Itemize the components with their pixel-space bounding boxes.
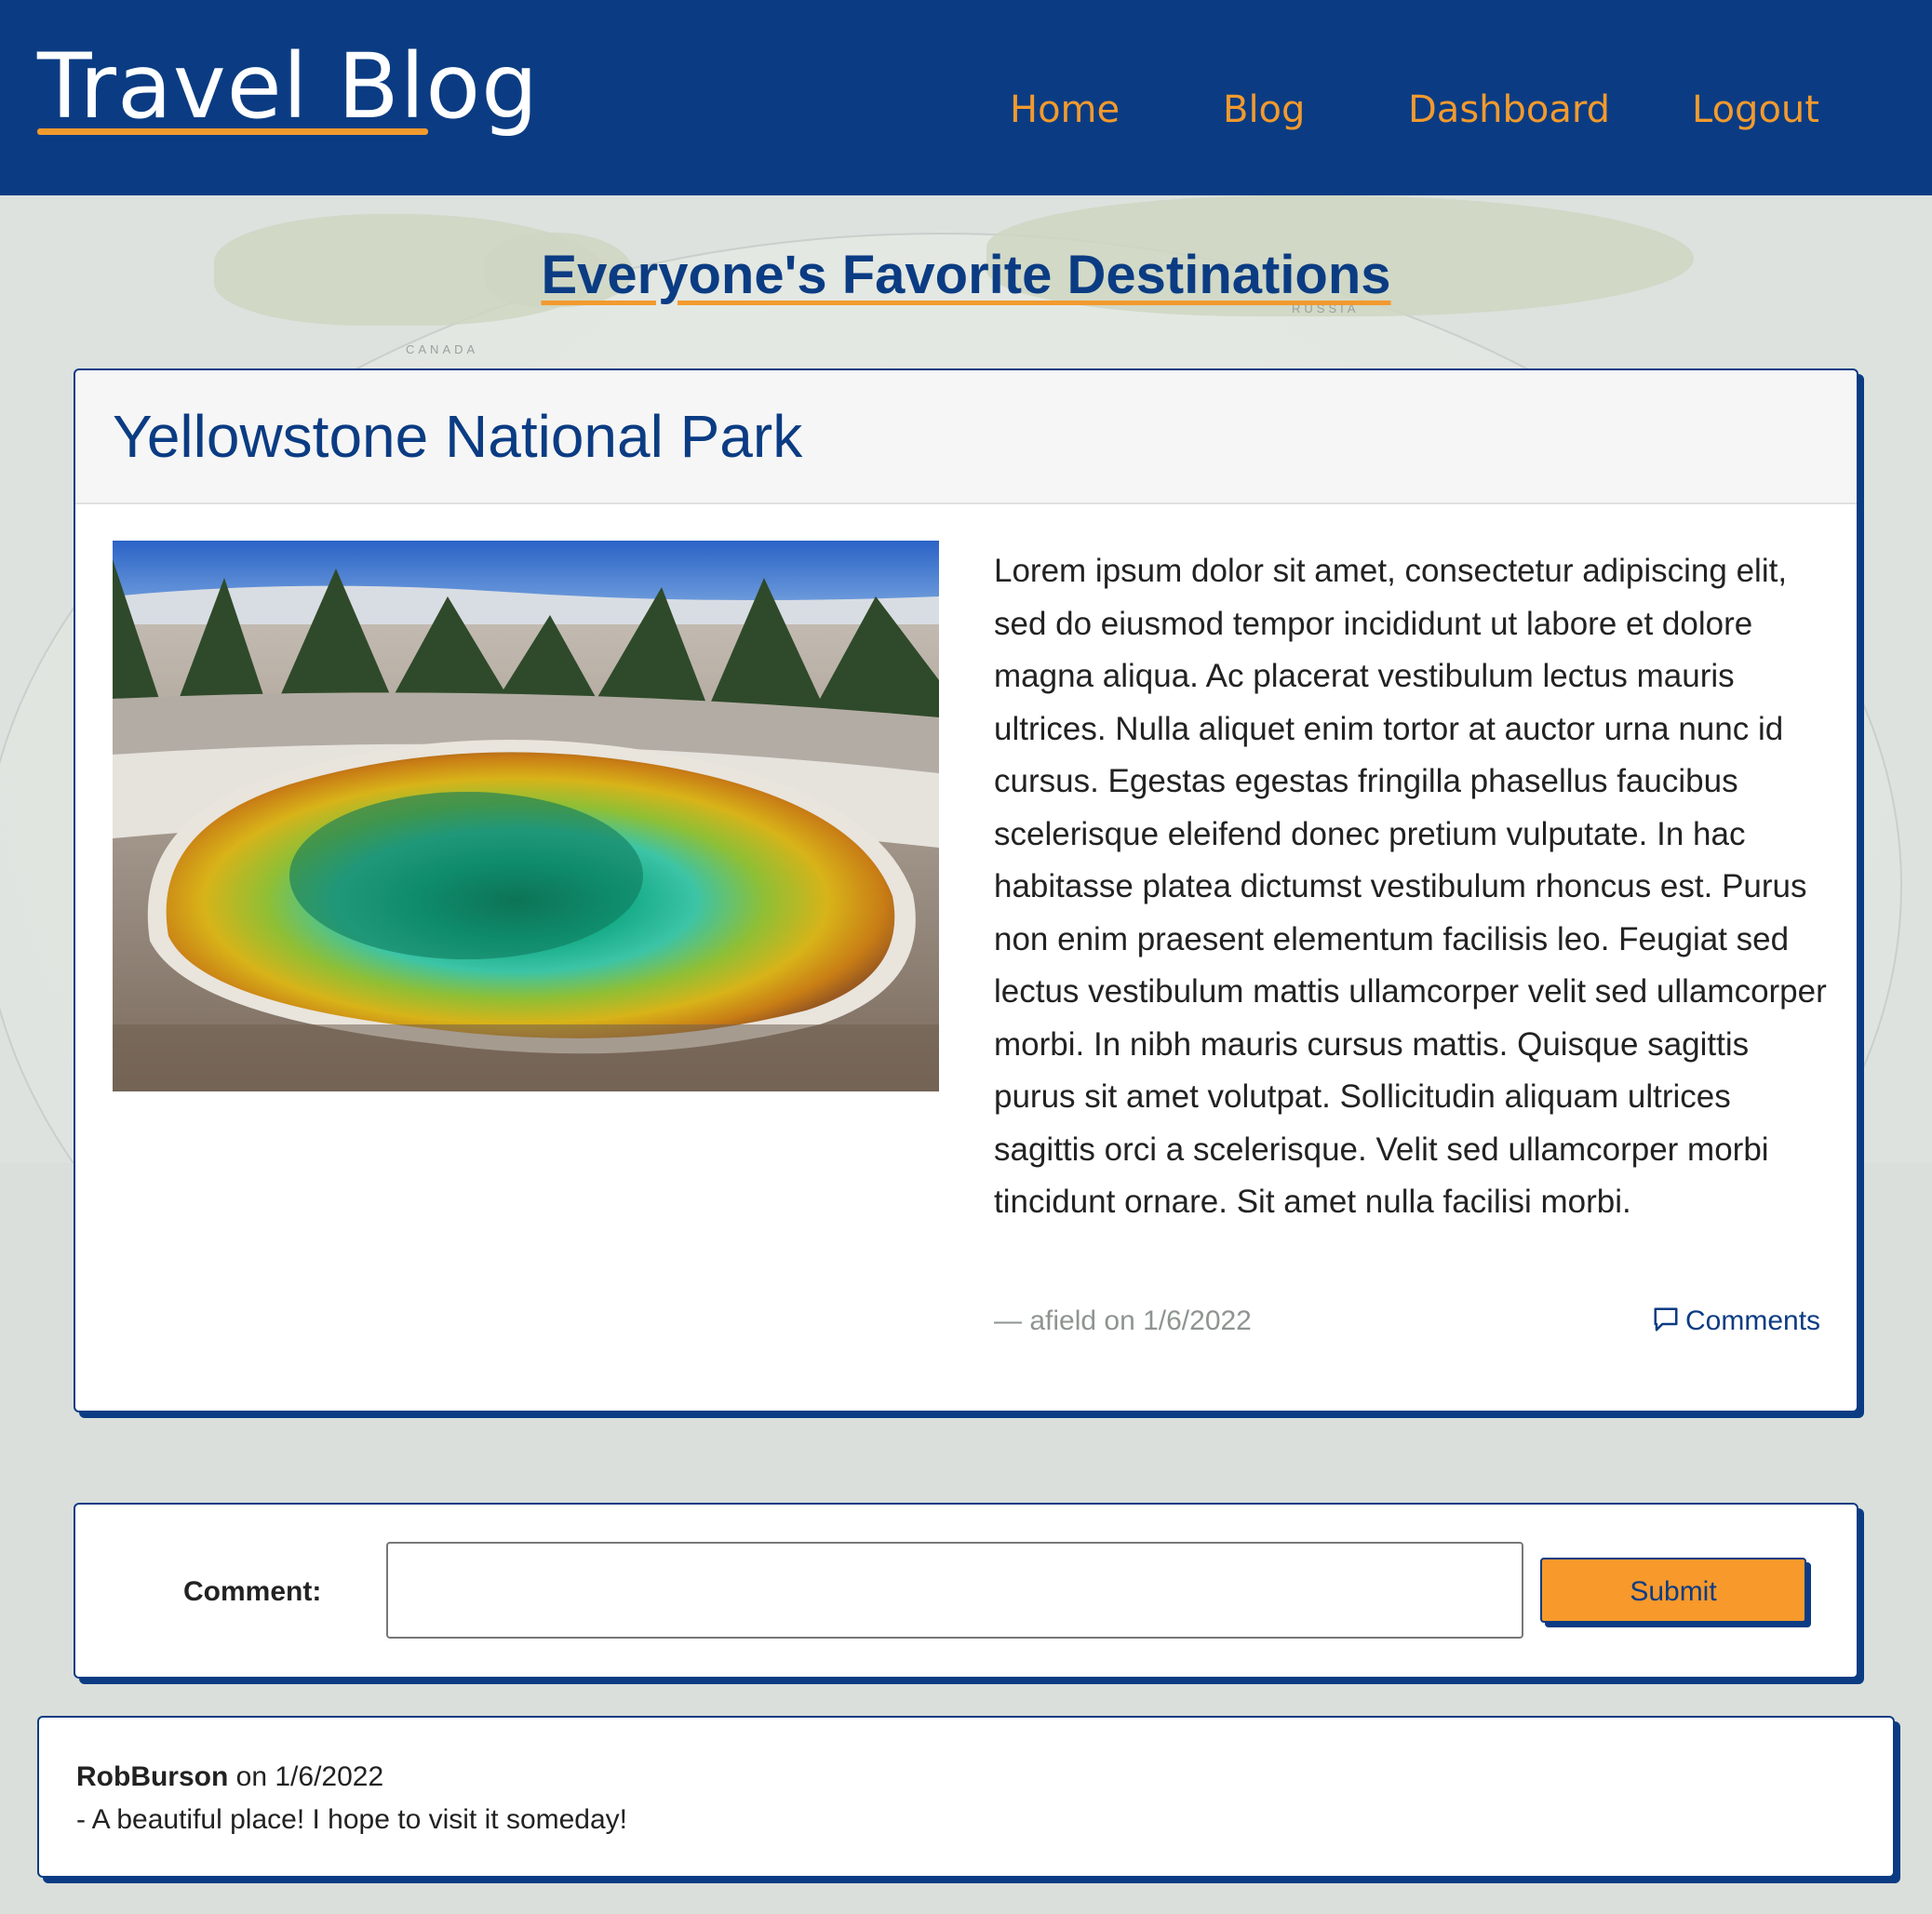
comment-author: RobBurson [76,1761,229,1792]
comment-item: RobBurson on 1/6/2022 - A beautiful plac… [37,1716,1895,1878]
brand-underline [37,128,428,135]
comment-label: Comment: [183,1576,322,1607]
nav-dashboard[interactable]: Dashboard [1408,82,1610,138]
comments-link[interactable]: Comments [1652,1301,1820,1342]
hot-spring-photo-icon [113,541,939,1091]
post-header: Yellowstone National Park [75,370,1857,504]
nav-logout[interactable]: Logout [1692,82,1819,138]
page-title: Everyone's Favorite Destinations [0,240,1932,311]
comments-link-label[interactable]: Comments [1685,1305,1820,1336]
post-card: Yellowstone National Park Lorem ipsum do… [74,368,1858,1412]
nav-blog[interactable]: Blog [1223,82,1305,138]
comment-bubble-icon [1654,1307,1678,1332]
post-photo [113,541,939,1091]
post-meta: — afield on 1/6/2022 [994,1305,1252,1336]
comment-form: Comment: Submit [74,1503,1858,1679]
comment-date: on 1/6/2022 [235,1761,384,1792]
nav-home[interactable]: Home [1010,82,1120,138]
submit-button[interactable]: Submit [1540,1558,1806,1623]
post-body: Lorem ipsum dolor sit amet, consectetur … [994,553,1827,1220]
page-title-text: Everyone's Favorite Destinations [541,245,1391,305]
comment-meta: RobBurson on 1/6/2022 [76,1757,383,1798]
site-brand[interactable]: Travel Blog [37,35,539,138]
map-label-canada: CANADA [406,342,479,356]
site-header: Travel Blog Home Blog Dashboard Logout [0,0,1932,195]
comment-input[interactable] [386,1542,1523,1639]
post-title: Yellowstone National Park [113,403,803,470]
comment-text: - A beautiful place! I hope to visit it … [76,1804,628,1835]
